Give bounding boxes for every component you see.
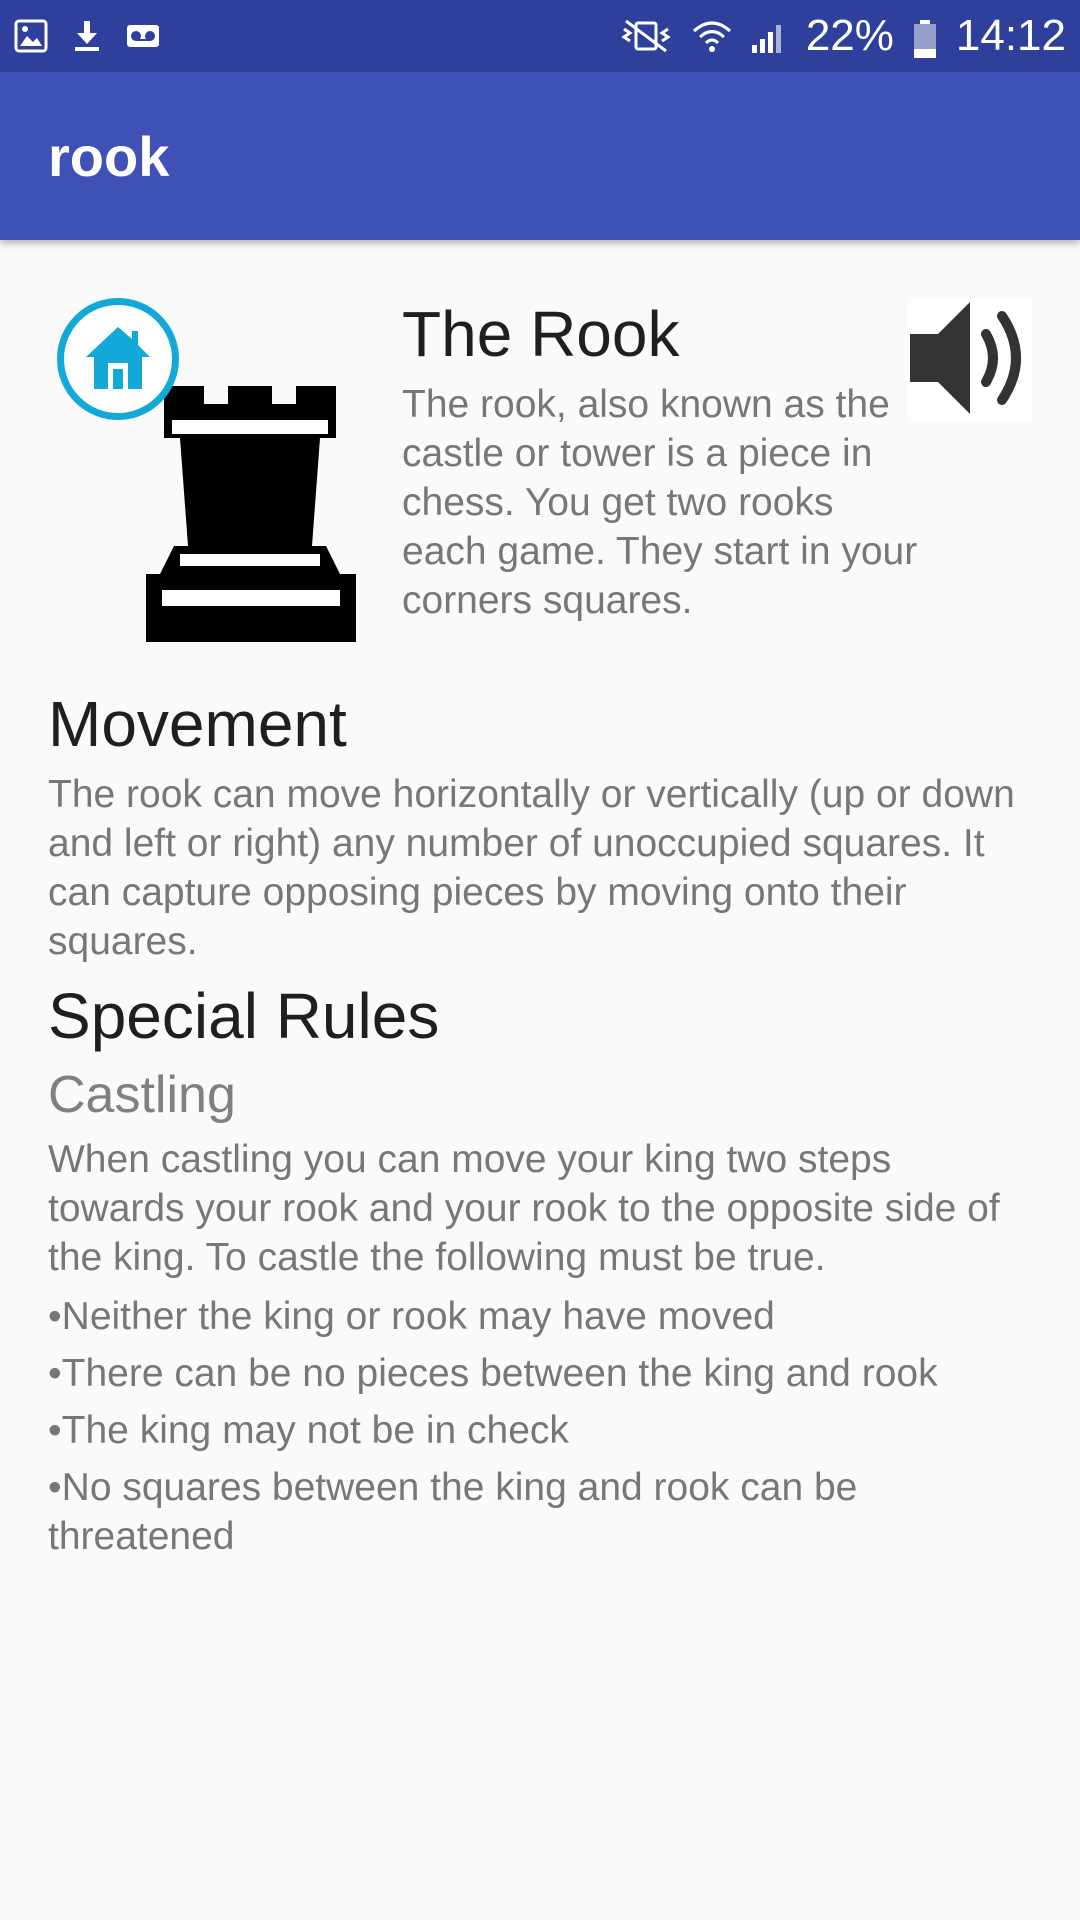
movement-heading: Movement: [48, 688, 347, 760]
app-title: rook: [48, 124, 170, 188]
clock: 14:12: [955, 11, 1066, 60]
rule-item: •Neither the king or rook may have moved: [48, 1295, 775, 1338]
rule-item: •There can be no pieces between the king…: [48, 1352, 938, 1395]
battery-percentage: 22%: [805, 11, 894, 60]
vibrate-mute-icon: [618, 19, 674, 53]
main-content: The Rook The rook, also known as the cas…: [0, 240, 1080, 1920]
castling-heading: Castling: [48, 1066, 236, 1124]
gallery-icon: [14, 19, 48, 53]
status-right-icons: 22% 14:12: [618, 11, 1066, 61]
special-rules-heading: Special Rules: [48, 980, 440, 1052]
download-icon: [70, 19, 104, 53]
signal-icon: [750, 19, 788, 53]
battery-icon: [912, 19, 938, 58]
speaker-icon: [908, 296, 1032, 425]
intro-text: The rook, also known as the castle or to…: [402, 383, 918, 622]
rook-piece-image: [144, 386, 358, 642]
rule-item: •No squares between the king and rook ca…: [48, 1466, 858, 1558]
voicemail-icon: [126, 19, 160, 53]
status-bar: 22% 14:12: [0, 0, 1080, 72]
wifi-icon: [692, 19, 732, 53]
castling-text: When castling you can move your king two…: [48, 1138, 1000, 1279]
home-button[interactable]: [57, 298, 179, 420]
sound-button[interactable]: [908, 298, 1032, 422]
rule-item: •The king may not be in check: [48, 1409, 569, 1452]
app-bar: rook: [0, 72, 1080, 240]
home-icon: [78, 317, 158, 402]
piece-title: The Rook: [402, 298, 680, 370]
status-left-icons: [14, 19, 160, 53]
movement-text: The rook can move horizontally or vertic…: [48, 773, 1015, 963]
